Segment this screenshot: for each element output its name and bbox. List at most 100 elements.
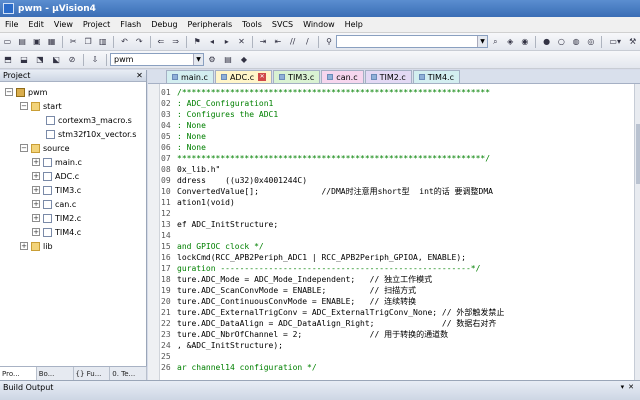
redo-icon[interactable]: ↷ <box>133 35 146 49</box>
bookmark-icon[interactable]: ⚑ <box>191 35 204 49</box>
find-in-files-icon[interactable]: ⚲ <box>323 35 336 49</box>
rebuild-icon[interactable]: ⬔ <box>33 53 47 67</box>
code-line[interactable]: 12 <box>160 208 634 219</box>
menu-peripherals[interactable]: Peripherals <box>183 20 238 29</box>
code-line[interactable]: 18 ture.ADC_Mode = ADC_Mode_Independent; … <box>160 274 634 285</box>
stop-build-icon[interactable]: ⊘ <box>65 53 79 67</box>
file-extensions-icon[interactable]: ▤ <box>221 53 235 67</box>
code-line[interactable]: 11 ation1(void) <box>160 197 634 208</box>
code-line[interactable]: 26 ar channel14 configuration */ <box>160 362 634 373</box>
target-select[interactable]: pwm ▼ <box>110 53 204 66</box>
nav-forward-icon[interactable]: ⇒ <box>169 35 182 49</box>
next-bookmark-icon[interactable]: ▸ <box>220 35 233 49</box>
expand-icon[interactable]: + <box>32 200 40 208</box>
menu-file[interactable]: File <box>0 20 23 29</box>
pin-icon[interactable]: ▾ <box>621 383 625 391</box>
configure-icon[interactable]: ⚒ <box>626 35 639 49</box>
tab-adc-c[interactable]: ADC.c ✕ <box>214 70 273 83</box>
close-icon[interactable]: ✕ <box>628 383 634 391</box>
code-line[interactable]: 10 ConvertedValue[]; //DMA时注意用short型 int的… <box>160 186 634 197</box>
tree-item-source[interactable]: − source <box>0 141 146 155</box>
undo-icon[interactable]: ↶ <box>118 35 131 49</box>
code-line[interactable]: 23 ture.ADC_NbrOfChannel = 2; // 用于转换的通道数 <box>160 329 634 340</box>
collapse-icon[interactable]: − <box>20 144 28 152</box>
open-file-icon[interactable]: ▤ <box>16 35 29 49</box>
incremental-find-icon[interactable]: ◈ <box>504 35 517 49</box>
menu-flash[interactable]: Flash <box>115 20 146 29</box>
tab-project[interactable]: Pro... <box>0 367 37 380</box>
tab-tim4-c[interactable]: TIM4.c <box>412 70 460 83</box>
menu-svcs[interactable]: SVCS <box>267 20 298 29</box>
clear-bookmarks-icon[interactable]: ✕ <box>235 35 248 49</box>
tree-item-can-c[interactable]: + can.c <box>0 197 146 211</box>
menu-help[interactable]: Help <box>340 20 368 29</box>
close-tab-icon[interactable]: ✕ <box>258 73 267 81</box>
disable-breakpoint-icon[interactable]: ○ <box>555 35 568 49</box>
tree-item-cortexm3-macro[interactable]: cortexm3_macro.s <box>0 113 146 127</box>
code-line[interactable]: 08 0x_lib.h" <box>160 164 634 175</box>
tree-item-pwm[interactable]: − pwm <box>0 85 146 99</box>
expand-icon[interactable]: + <box>32 158 40 166</box>
collapse-icon[interactable]: − <box>5 88 13 96</box>
translate-icon[interactable]: ⬒ <box>1 53 15 67</box>
collapse-icon[interactable]: − <box>20 102 28 110</box>
tab-functions[interactable]: {} Fu... <box>74 367 111 380</box>
code-line[interactable]: 17 guration -----------------------------… <box>160 263 634 274</box>
tree-item-start[interactable]: − start <box>0 99 146 113</box>
expand-icon[interactable]: + <box>32 172 40 180</box>
uncomment-icon[interactable]: / <box>301 35 314 49</box>
code-line[interactable]: 09 ddress ((u32)0x4001244C) <box>160 175 634 186</box>
code-line[interactable]: 03: Configures the ADC1 <box>160 109 634 120</box>
code-line[interactable]: 01 /*************************************… <box>160 87 634 98</box>
tree-item-tim2-c[interactable]: + TIM2.c <box>0 211 146 225</box>
disable-all-breakpoints-icon[interactable]: ◎ <box>584 35 597 49</box>
tab-main-c[interactable]: main.c <box>166 70 214 83</box>
expand-icon[interactable]: + <box>32 214 40 222</box>
batch-build-icon[interactable]: ⬕ <box>49 53 63 67</box>
chevron-down-icon[interactable]: ▼ <box>477 36 488 47</box>
code-line[interactable]: 13 ef ADC_InitStructure; <box>160 219 634 230</box>
download-icon[interactable]: ⇩ <box>88 53 102 67</box>
expand-icon[interactable]: + <box>32 228 40 236</box>
window-layout-icon[interactable]: ▭▾ <box>606 35 624 49</box>
code-line[interactable]: 22 ture.ADC_DataAlign = ADC_DataAlign_Rig… <box>160 318 634 329</box>
code-line[interactable]: 16 lockCmd(RCC_APB2Periph_ADC1 | RCC_APB2… <box>160 252 634 263</box>
find-combo[interactable]: ▼ <box>336 35 489 48</box>
menu-edit[interactable]: Edit <box>23 20 49 29</box>
code-line[interactable]: 20 ture.ADC_ContinuousConvMode = ENABLE; … <box>160 296 634 307</box>
menu-tools[interactable]: Tools <box>237 20 267 29</box>
code-line[interactable]: 04: None <box>160 120 634 131</box>
chevron-down-icon[interactable]: ▼ <box>193 54 203 65</box>
tab-can-c[interactable]: can.c <box>321 70 364 83</box>
tab-tim2-c[interactable]: TIM2.c <box>364 70 412 83</box>
kill-breakpoints-icon[interactable]: ◍ <box>570 35 583 49</box>
new-file-icon[interactable]: ▭ <box>1 35 14 49</box>
breakpoint-icon[interactable]: ● <box>540 35 553 49</box>
tree-item-main-c[interactable]: + main.c <box>0 155 146 169</box>
tree-item-stm32f10x-vector[interactable]: stm32f10x_vector.s <box>0 127 146 141</box>
indent-icon[interactable]: ⇥ <box>257 35 270 49</box>
code-line[interactable]: 07 **************************************… <box>160 153 634 164</box>
code-line[interactable]: 15 and GPIOC clock */ <box>160 241 634 252</box>
copy-icon[interactable]: ❐ <box>82 35 95 49</box>
build-icon[interactable]: ⬓ <box>17 53 31 67</box>
tab-books[interactable]: Bo... <box>37 367 74 380</box>
code-area[interactable]: 01 /*************************************… <box>148 84 634 380</box>
tree-item-tim3-c[interactable]: + TIM3.c <box>0 183 146 197</box>
tree-item-tim4-c[interactable]: + TIM4.c <box>0 225 146 239</box>
menu-window[interactable]: Window <box>298 20 340 29</box>
target-options-icon[interactable]: ⚙ <box>205 53 219 67</box>
debug-start-icon[interactable]: ◉ <box>519 35 532 49</box>
code-line[interactable]: 21 ture.ADC_ExternalTrigConv = ADC_Extern… <box>160 307 634 318</box>
prev-bookmark-icon[interactable]: ◂ <box>206 35 219 49</box>
save-all-icon[interactable]: ▦ <box>45 35 58 49</box>
code-line[interactable]: 14 <box>160 230 634 241</box>
tree-item-adc-c[interactable]: + ADC.c <box>0 169 146 183</box>
code-line[interactable]: 19 ture.ADC_ScanConvMode = ENABLE; // 扫描方… <box>160 285 634 296</box>
tab-tim3-c[interactable]: TIM3.c <box>273 70 321 83</box>
vertical-scrollbar[interactable] <box>634 84 640 380</box>
close-icon[interactable]: ✕ <box>135 71 144 80</box>
code-line[interactable]: 06: None <box>160 142 634 153</box>
comment-icon[interactable]: // <box>286 35 299 49</box>
code-line[interactable]: 05: None <box>160 131 634 142</box>
